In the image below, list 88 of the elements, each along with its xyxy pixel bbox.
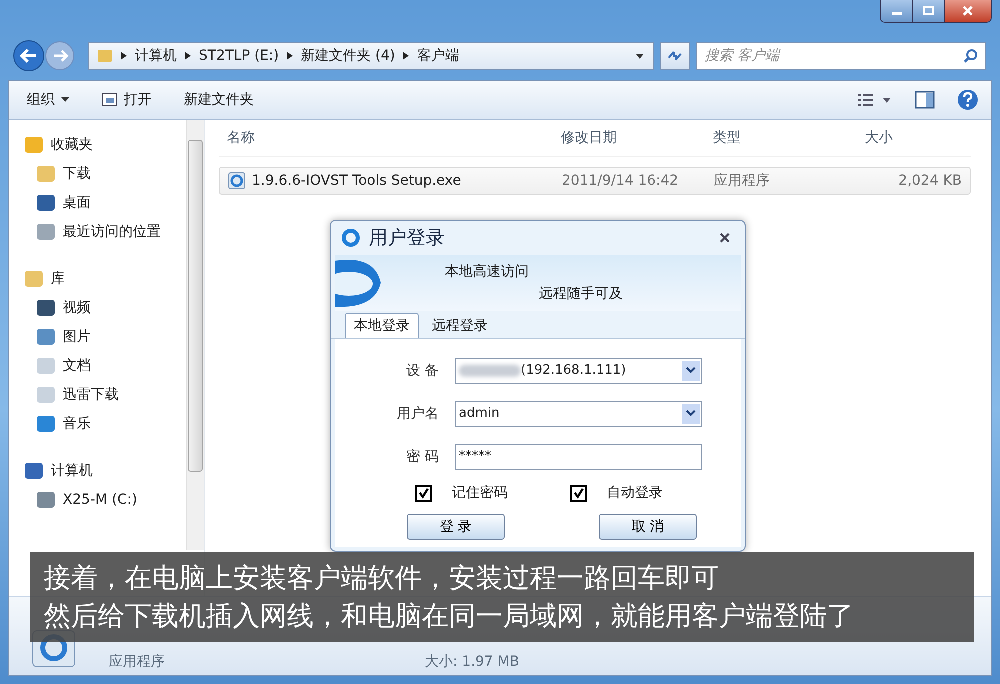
breadcrumb-item[interactable]: 新建文件夹 (4) xyxy=(301,47,396,65)
caret-icon xyxy=(61,97,70,103)
dialog-button[interactable]: 取 消 xyxy=(599,514,697,540)
search-field[interactable]: 搜索 客户端 xyxy=(696,42,986,70)
sidebar-item-icon xyxy=(25,270,43,286)
preview-pane-icon[interactable] xyxy=(915,91,935,109)
column-header[interactable]: 名称 xyxy=(219,129,553,147)
refresh-button[interactable] xyxy=(660,42,690,70)
dropdown-field[interactable]: (192.168.1.111) xyxy=(455,358,702,384)
banner-text: 本地高速访问 xyxy=(445,263,530,281)
subtitle-caption: 接着，在电脑上安装客户端软件，安装过程一路回车即可 然后给下载机插入网线，和电脑在同一局域网，就能用客户端登陆了 xyxy=(30,552,974,642)
breadcrumb-item[interactable]: 客户端 xyxy=(417,47,460,65)
sidebar-item[interactable]: 迅雷下载 xyxy=(25,380,186,409)
close-icon xyxy=(962,6,974,16)
close-button[interactable] xyxy=(945,0,991,22)
sidebar-item-icon xyxy=(37,300,55,316)
address-bar[interactable]: 计算机 ST2TLP (E:) 新建文件夹 (4) 客户端 xyxy=(88,42,654,70)
toolbar-button[interactable]: 打开 xyxy=(96,87,158,113)
sidebar-item[interactable]: 视频 xyxy=(25,293,186,322)
field-label: 用户名 xyxy=(396,404,440,422)
dialog-button[interactable]: 登 录 xyxy=(407,514,505,540)
dropdown-caret-icon[interactable] xyxy=(682,360,700,380)
sidebar-item-icon xyxy=(37,386,55,402)
sidebar-item[interactable]: 最近访问的位置 xyxy=(25,217,186,246)
file-size-text: 大小: 1.97 MB xyxy=(425,653,520,671)
sidebar-item[interactable]: 文档 xyxy=(25,351,186,380)
file-row[interactable]: 1.9.6.6-IOVST Tools Setup.exe 2011/9/14 16:42 应用程序 2,024 KB xyxy=(219,167,971,195)
banner-text: 远程随手可及 xyxy=(539,285,623,303)
sidebar-item-icon xyxy=(37,416,55,432)
app-logo-icon xyxy=(341,228,361,248)
sidebar-item[interactable]: 下载 xyxy=(25,159,186,188)
sidebar-item-icon xyxy=(37,492,55,508)
search-icon xyxy=(964,49,978,63)
table-cell-text: 应用程序 xyxy=(713,172,771,190)
column-header[interactable]: 修改日期 xyxy=(553,129,705,147)
sidebar-item-icon xyxy=(25,136,43,152)
folder-icon xyxy=(97,48,113,64)
help-icon[interactable] xyxy=(957,89,979,111)
sidebar-item-icon xyxy=(37,194,55,210)
sidebar-item[interactable]: 收藏夹 xyxy=(25,130,186,159)
field-label: 密 码 xyxy=(406,448,440,466)
sidebar-item[interactable]: 库 xyxy=(25,264,186,293)
sidebar-item-icon xyxy=(37,358,55,374)
sidebar-item[interactable]: X25-M (C:) xyxy=(25,485,186,514)
tab[interactable]: 远程登录 xyxy=(423,313,497,338)
column-header[interactable]: 大小 xyxy=(857,129,969,147)
checkbox-label: 记住密码 xyxy=(452,484,508,502)
column-header[interactable]: 类型 xyxy=(705,129,857,147)
dropdown-field[interactable]: admin xyxy=(455,400,702,426)
refresh-icon xyxy=(666,49,684,63)
close-icon xyxy=(719,232,731,244)
toolbar-button[interactable]: 组织 xyxy=(21,87,76,113)
sidebar-item[interactable]: 音乐 xyxy=(25,409,186,438)
dialog-title: 用户登录 xyxy=(369,226,445,251)
field-label: 设 备 xyxy=(406,362,440,380)
sidebar-item[interactable]: 计算机 xyxy=(25,456,186,485)
breadcrumb-item[interactable]: 计算机 xyxy=(135,47,177,65)
chevron-icon xyxy=(403,52,410,60)
breadcrumb-item[interactable]: ST2TLP (E:) xyxy=(199,48,280,64)
chevron-icon xyxy=(287,52,294,60)
open-icon xyxy=(102,93,118,107)
scrollbar[interactable] xyxy=(186,120,204,550)
dropdown-caret-icon[interactable] xyxy=(682,404,700,424)
chevron-icon xyxy=(121,52,127,60)
sidebar-item[interactable]: 桌面 xyxy=(25,188,186,217)
toolbar-button[interactable]: 新建文件夹 xyxy=(178,87,260,113)
dropdown-caret-icon[interactable] xyxy=(635,52,645,60)
sidebar-item-icon xyxy=(25,462,43,478)
table-cell-text: 2,024 KB xyxy=(898,173,963,189)
maximize-button[interactable] xyxy=(913,0,945,22)
tab[interactable]: 本地登录 xyxy=(345,313,419,338)
sidebar-item-icon xyxy=(37,328,55,344)
blurred-text-placeholder xyxy=(459,364,521,376)
scroll-thumb[interactable] xyxy=(188,140,203,472)
chevron-icon xyxy=(185,52,191,60)
checkbox[interactable] xyxy=(570,484,587,502)
view-options-icon[interactable] xyxy=(857,92,893,108)
file-type-text: 应用程序 xyxy=(109,653,165,671)
table-cell-text: 2011/9/14 16:42 xyxy=(561,173,680,189)
checkbox[interactable] xyxy=(415,484,432,502)
password-field[interactable]: ***** xyxy=(455,444,702,470)
sidebar-item-icon xyxy=(37,166,55,182)
checkbox-label: 自动登录 xyxy=(607,484,663,502)
minimize-button[interactable] xyxy=(881,0,913,22)
sidebar-item-icon xyxy=(37,224,55,240)
maximize-icon xyxy=(922,6,934,16)
sidebar-item[interactable]: 图片 xyxy=(25,322,186,351)
file-name: 1.9.6.6-IOVST Tools Setup.exe xyxy=(252,173,462,189)
